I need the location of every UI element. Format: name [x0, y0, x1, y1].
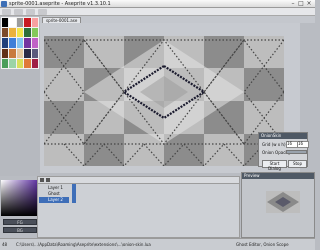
palette-swatch[interactable] [31, 48, 38, 58]
palette-swatch[interactable] [16, 18, 24, 28]
palette-swatch[interactable] [9, 48, 16, 58]
color-spectrum[interactable] [1, 180, 39, 216]
opacity-slider[interactable] [286, 150, 307, 154]
palette-swatch[interactable] [24, 48, 31, 58]
menu-edit[interactable] [14, 9, 23, 15]
preview-image [266, 191, 300, 213]
palette-swatch[interactable] [2, 38, 9, 48]
window-title: sprite-0001.aseprite - Aseprite v1.3.10.… [9, 1, 111, 7]
palette-swatch[interactable] [9, 18, 16, 28]
pixel-art [44, 36, 284, 166]
palette-swatch[interactable] [24, 18, 31, 28]
document-tabs: sprite-0001.ase [40, 16, 315, 24]
palette-swatch[interactable] [16, 38, 24, 48]
palette-swatch[interactable] [31, 38, 38, 48]
onion-dialog-title: OnionSkin [259, 133, 307, 139]
menu-sprite[interactable] [26, 9, 35, 15]
grid-height-field[interactable]: 16 [297, 141, 309, 148]
maximize-button[interactable]: □ [298, 1, 304, 7]
frame-cel-column[interactable] [72, 184, 76, 203]
palette-swatch[interactable] [24, 28, 31, 38]
fg-color-selector[interactable]: FG [3, 219, 37, 225]
preview-title: Preview [242, 173, 314, 179]
palette-swatch[interactable] [9, 38, 16, 48]
palette-swatch[interactable] [31, 18, 38, 28]
onion-skin-dialog: OnionSkin Grid (w x h) 16 16 Onion Opaci… [258, 132, 309, 171]
color-palette[interactable] [1, 17, 39, 69]
palette-swatch[interactable] [2, 18, 9, 28]
status-right: Ghost Editor, Onion Scope [236, 242, 289, 247]
palette-swatch[interactable] [16, 48, 24, 58]
sprite-canvas[interactable] [44, 36, 284, 166]
palette-swatch[interactable] [24, 58, 31, 68]
palette-swatch[interactable] [31, 58, 38, 68]
stop-button[interactable]: Stop [288, 160, 307, 168]
grid-label: Grid (w x h) [262, 142, 286, 147]
status-path: C:\Users\...\AppData\Roaming\Aseprite\ex… [16, 242, 151, 247]
minimize-button[interactable]: – [290, 1, 296, 7]
frame-number: 48 [2, 242, 8, 247]
palette-swatch[interactable] [2, 28, 9, 38]
palette-swatch[interactable] [31, 28, 38, 38]
palette-swatch[interactable] [9, 58, 16, 68]
bg-color-selector[interactable]: BG [3, 227, 37, 233]
next-frame-icon[interactable] [46, 178, 50, 182]
menu-file[interactable] [2, 9, 11, 15]
palette-swatch[interactable] [2, 58, 9, 68]
palette-swatch[interactable] [16, 58, 24, 68]
palette-swatch[interactable] [24, 38, 31, 48]
status-bar: 48 C:\Users\...\AppData\Roaming\Aseprite… [0, 238, 315, 250]
menu-bar [0, 8, 315, 16]
timeline-toolbar [38, 177, 239, 184]
palette-swatch[interactable] [2, 48, 9, 58]
play-icon[interactable] [40, 178, 44, 182]
close-button[interactable]: × [306, 1, 312, 7]
menu-layer[interactable] [38, 9, 47, 15]
layer-row-selected[interactable]: Layer 2 [39, 197, 69, 203]
app-icon [1, 1, 7, 7]
preview-panel: Preview [241, 172, 315, 238]
start-dialog-button[interactable]: Start Dialog [262, 160, 287, 171]
timeline-panel: Layer 1 Ghost Layer 2 [37, 176, 240, 238]
palette-swatch[interactable] [9, 28, 16, 38]
title-bar: sprite-0001.aseprite - Aseprite v1.3.10.… [0, 0, 315, 8]
palette-swatch[interactable] [16, 28, 24, 38]
